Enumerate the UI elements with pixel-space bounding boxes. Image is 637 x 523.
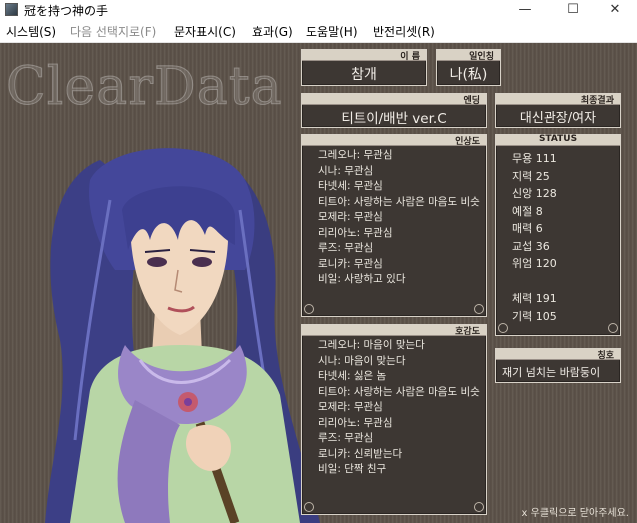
favor-list: 그레오나: 마음이 맞는다 시나: 마음이 맞는다 타넷세: 싫은 놈 티트아:… xyxy=(318,338,480,478)
status-panel: STATUS 무용 111 지력 25 신앙 128 예절 8 매력 6 교섭 … xyxy=(495,134,621,336)
stat-row: 기력 105 xyxy=(512,309,557,323)
stat-row: 신앙 128 xyxy=(512,187,557,200)
name-value: 참개 xyxy=(351,67,377,83)
pronoun-panel-title: 일인칭 xyxy=(469,52,494,62)
minimize-button[interactable]: — xyxy=(503,0,547,20)
app-icon xyxy=(5,3,18,16)
favor-item: 리리아노: 무관심 xyxy=(318,416,393,429)
ending-panel: 엔딩 티트이/배반 ver.C xyxy=(301,93,487,128)
final-result-value: 대신관장/여자 xyxy=(519,111,597,126)
impression-panel: 인상도 그레오나: 무관심 시나: 무관심 타넷세: 무관심 티트아: 사랑하는… xyxy=(301,134,487,317)
status-list: 무용 111 지력 25 신앙 128 예절 8 매력 6 교섭 36 위엄 1… xyxy=(512,150,557,325)
impression-item: 모제라: 무관심 xyxy=(318,211,383,223)
impression-item: 비일: 사랑하고 있다 xyxy=(318,273,406,285)
impression-item: 티트아: 사랑하는 사람은 마음도 비슷 xyxy=(318,195,480,208)
impression-item: 시나: 무관심 xyxy=(318,164,374,177)
status-panel-title: STATUS xyxy=(538,134,578,144)
impression-item: 리리아노: 무관심 xyxy=(318,226,393,239)
favor-panel: 호감도 그레오나: 마음이 맞는다 시나: 마음이 맞는다 타넷세: 싫은 놈 … xyxy=(301,324,487,515)
favor-item: 티트아: 사랑하는 사람은 마음도 비슷 xyxy=(318,385,480,398)
name-panel-title: 이 름 xyxy=(400,52,420,62)
impression-panel-title: 인상도 xyxy=(455,137,480,147)
corner-ornament-icon xyxy=(608,323,618,333)
impression-item: 타넷세: 무관심 xyxy=(318,180,383,192)
ending-value: 티트이/배반 ver.C xyxy=(341,111,447,127)
title-bar: 冠を持つ神の手 — ☐ ✕ xyxy=(0,0,637,20)
stat-row: 교섭 36 xyxy=(512,239,550,253)
nickname-panel-title: 칭호 xyxy=(597,351,614,361)
menu-help[interactable]: 도움말(H) xyxy=(306,23,358,40)
menu-next-choice[interactable]: 다음 선택지로(F) xyxy=(70,23,156,40)
favor-panel-title: 호감도 xyxy=(455,327,480,337)
maximize-button[interactable]: ☐ xyxy=(551,0,595,20)
favor-item: 타넷세: 싫은 놈 xyxy=(318,370,387,382)
stat-row: 무용 111 xyxy=(512,152,557,165)
stat-row: 체력 191 xyxy=(512,292,557,305)
corner-ornament-icon xyxy=(304,502,314,512)
stat-row: 매력 6 xyxy=(512,222,543,235)
favor-item: 그레오나: 마음이 맞는다 xyxy=(318,339,425,351)
window-title: 冠を持つ神の手 xyxy=(24,4,109,18)
impression-item: 그레오나: 무관심 xyxy=(318,149,393,161)
corner-ornament-icon xyxy=(304,304,314,314)
stat-row: 위엄 120 xyxy=(512,257,557,270)
menu-effects[interactable]: 효과(G) xyxy=(252,23,293,40)
favor-item: 비일: 단짝 친구 xyxy=(318,463,387,475)
stat-row: 예절 8 xyxy=(512,204,543,218)
name-panel: 이 름 참개 xyxy=(301,49,427,86)
game-screen[interactable]: ClearData 이 름 참개 일인칭 나(私) 엔딩 티트이/배반 ver.… xyxy=(0,43,637,523)
corner-ornament-icon xyxy=(474,304,484,314)
corner-ornament-icon xyxy=(474,502,484,512)
menu-text-display[interactable]: 문자표시(C) xyxy=(174,23,236,40)
favor-item: 모제라: 무관심 xyxy=(318,401,383,413)
close-button[interactable]: ✕ xyxy=(593,0,637,20)
close-hint: x 우클릭으로 닫아주세요. xyxy=(521,508,629,519)
character-portrait xyxy=(45,148,320,523)
ending-panel-title: 엔딩 xyxy=(463,96,480,106)
favor-item: 루즈: 무관심 xyxy=(318,432,374,444)
final-result-panel-title: 최종결과 xyxy=(580,96,614,106)
impression-item: 로니카: 무관심 xyxy=(318,257,383,270)
menu-system[interactable]: 시스템(S) xyxy=(6,23,56,40)
pronoun-value: 나(私) xyxy=(449,67,488,83)
menu-reverse-reset[interactable]: 반전리셋(R) xyxy=(373,23,435,40)
favor-item: 시나: 마음이 맞는다 xyxy=(318,354,406,367)
corner-ornament-icon xyxy=(498,323,508,333)
cleardata-logo: ClearData xyxy=(6,57,283,118)
nickname-value: 재기 넘치는 바람둥이 xyxy=(502,366,601,379)
favor-item: 로니카: 신뢰받는다 xyxy=(318,447,403,460)
stat-row: 지력 25 xyxy=(512,169,550,183)
pronoun-panel: 일인칭 나(私) xyxy=(436,49,501,86)
impression-list: 그레오나: 무관심 시나: 무관심 타넷세: 무관심 티트아: 사랑하는 사람은… xyxy=(318,148,480,288)
menu-bar: 시스템(S) 다음 선택지로(F) 문자표시(C) 효과(G) 도움말(H) 반… xyxy=(0,20,637,43)
final-result-panel: 최종결과 대신관장/여자 xyxy=(495,93,621,128)
impression-item: 루즈: 무관심 xyxy=(318,242,374,254)
nickname-panel: 칭호 재기 넘치는 바람둥이 xyxy=(495,348,621,383)
